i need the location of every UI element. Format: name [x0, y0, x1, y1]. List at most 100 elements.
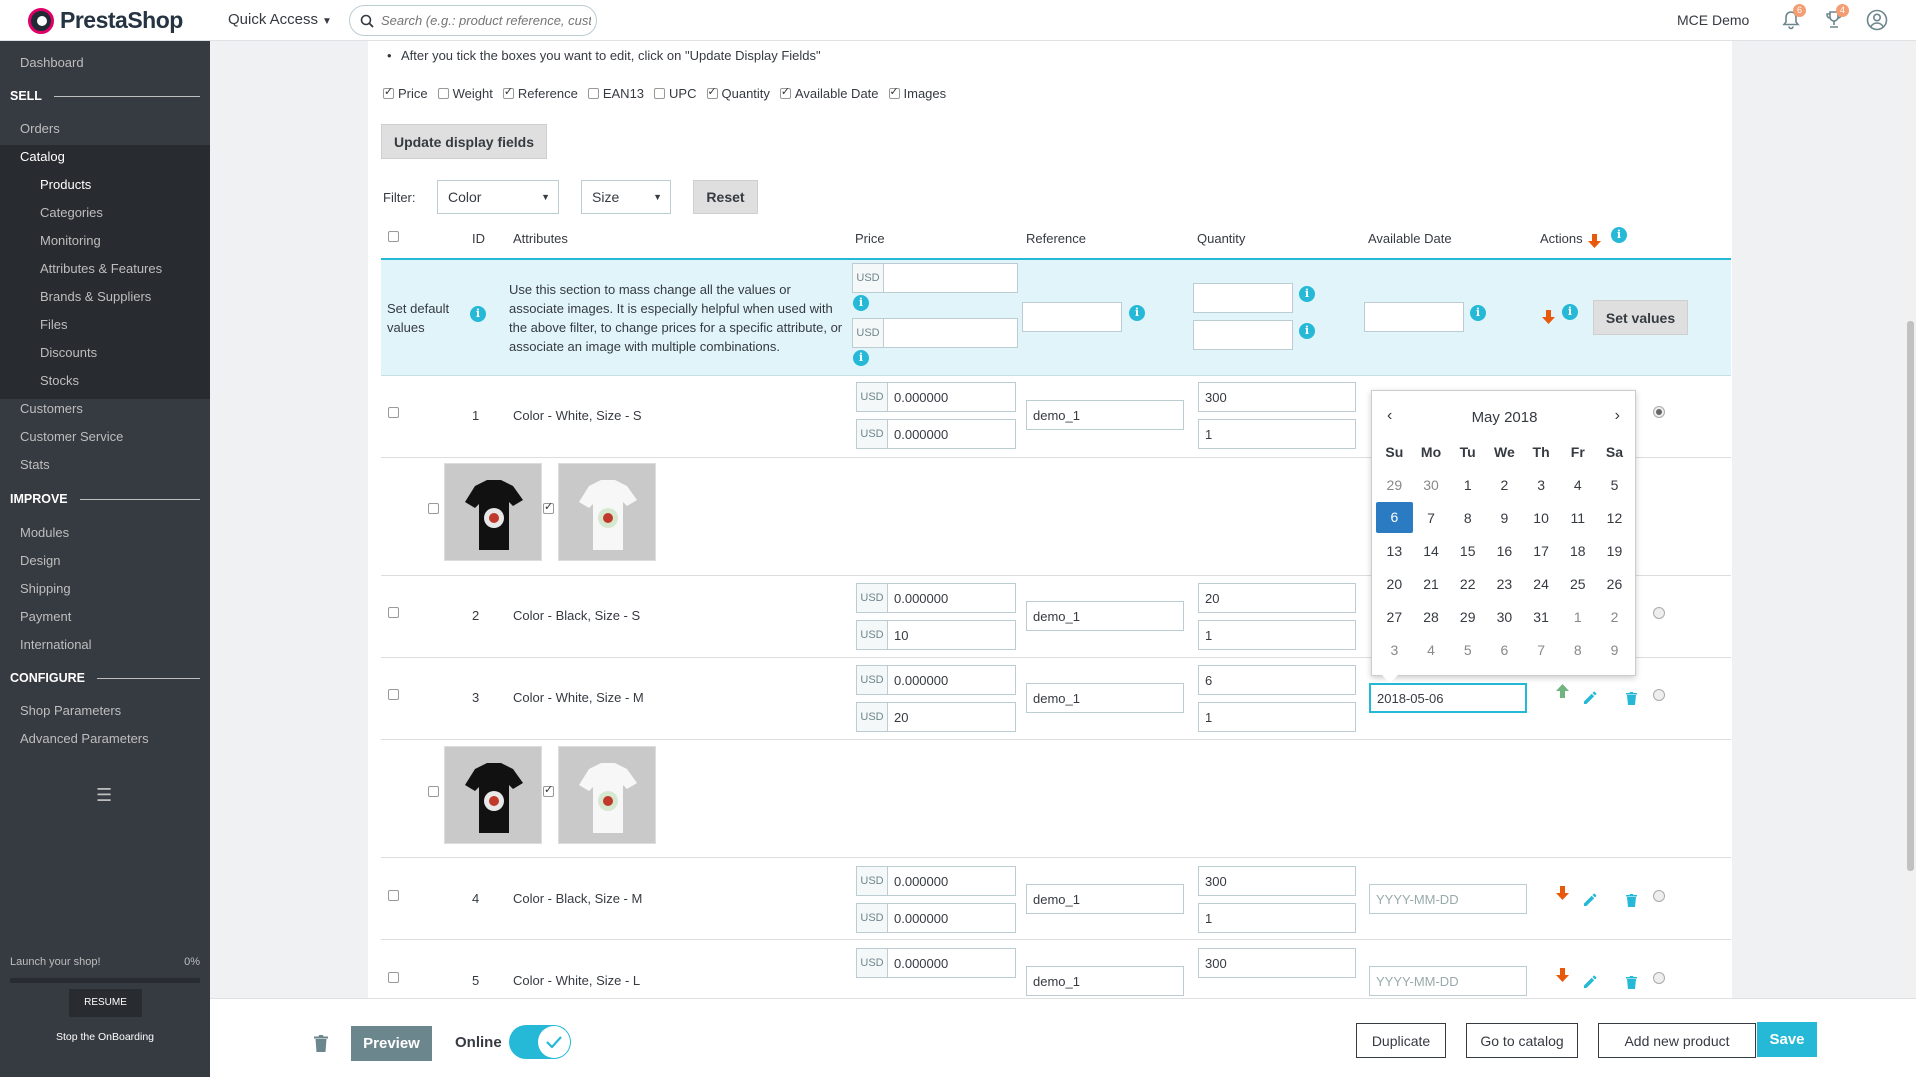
sidebar-item-categories[interactable]: Categories — [40, 205, 103, 220]
trash-delete-icon[interactable] — [1626, 894, 1637, 907]
calendar-day[interactable]: 29 — [1376, 477, 1413, 493]
calendar-day-selected[interactable]: 6 — [1376, 502, 1413, 533]
calendar-day[interactable]: 13 — [1376, 543, 1413, 559]
field-ean13[interactable]: EAN13 — [587, 86, 644, 101]
impact-input[interactable]: USD 10 — [856, 620, 1016, 650]
pencil-edit-icon[interactable] — [1584, 975, 1597, 988]
row-checkbox[interactable] — [388, 890, 399, 901]
calendar-day[interactable]: 7 — [1523, 642, 1560, 658]
weight-checkbox[interactable] — [437, 88, 449, 99]
calendar-day[interactable]: 14 — [1413, 543, 1450, 559]
sidebar-item-files[interactable]: Files — [40, 317, 67, 332]
image-checkbox[interactable] — [428, 503, 439, 514]
field-upc[interactable]: UPC — [654, 86, 697, 101]
sidebar-item-catalog[interactable]: Catalog — [20, 149, 65, 164]
go-to-catalog-button[interactable]: Go to catalog — [1466, 1023, 1578, 1058]
calendar-day[interactable]: 10 — [1523, 510, 1560, 526]
sidebar-item-products[interactable]: Products — [40, 177, 91, 192]
default-reference-input[interactable] — [1022, 302, 1122, 332]
ean13-checkbox[interactable] — [587, 88, 599, 99]
stop-onboarding-link[interactable]: Stop the OnBoarding — [0, 1031, 210, 1043]
info-icon[interactable]: i — [853, 350, 869, 366]
online-toggle[interactable] — [509, 1025, 571, 1059]
default-quantity-input[interactable] — [1193, 283, 1293, 313]
calendar-day[interactable]: 5 — [1449, 642, 1486, 658]
product-image-white-tshirt[interactable] — [558, 463, 656, 561]
search-box[interactable] — [349, 5, 597, 36]
default-price-input[interactable]: USD — [852, 263, 1018, 293]
price-input[interactable]: USD 0.000000 — [856, 665, 1016, 695]
field-weight[interactable]: Weight — [437, 86, 493, 101]
calendar-day[interactable]: 27 — [1376, 609, 1413, 625]
default-combination-radio[interactable] — [1653, 607, 1665, 619]
default-combination-radio[interactable] — [1653, 972, 1665, 984]
default-min-quantity-input[interactable] — [1193, 320, 1293, 350]
sidebar-item-shipping[interactable]: Shipping — [20, 581, 71, 596]
pencil-edit-icon[interactable] — [1584, 893, 1597, 906]
quantity-checkbox[interactable] — [706, 85, 718, 99]
calendar-day[interactable]: 19 — [1596, 543, 1633, 559]
preview-button[interactable]: Preview — [351, 1026, 432, 1061]
default-impact-input[interactable]: USD — [852, 318, 1018, 348]
info-icon[interactable]: i — [470, 306, 486, 322]
trash-delete-icon[interactable] — [1626, 692, 1637, 705]
calendar-day[interactable]: 11 — [1559, 510, 1596, 526]
calendar-day[interactable]: 4 — [1559, 477, 1596, 493]
pencil-edit-icon[interactable] — [1584, 691, 1597, 704]
calendar-day[interactable]: 15 — [1449, 543, 1486, 559]
image-checkbox[interactable] — [543, 500, 554, 514]
calendar-day[interactable]: 2 — [1596, 609, 1633, 625]
user-profile-button[interactable] — [1864, 7, 1890, 33]
calendar-day[interactable]: 7 — [1413, 510, 1450, 526]
reference-checkbox[interactable] — [502, 85, 514, 99]
sidebar-item-design[interactable]: Design — [20, 553, 60, 568]
info-icon[interactable]: i — [1129, 305, 1145, 321]
impact-input[interactable]: USD 20 — [856, 702, 1016, 732]
price-input[interactable]: USD 0.000000 — [856, 948, 1016, 978]
duplicate-button[interactable]: Duplicate — [1356, 1023, 1446, 1058]
calendar-day[interactable]: 25 — [1559, 576, 1596, 592]
calendar-day[interactable]: 31 — [1523, 609, 1560, 625]
calendar-day[interactable]: 22 — [1449, 576, 1486, 592]
row-checkbox[interactable] — [388, 607, 399, 618]
calendar-day[interactable]: 3 — [1523, 477, 1560, 493]
update-display-fields-button[interactable]: Update display fields — [381, 124, 547, 159]
min-quantity-input[interactable]: 1 — [1198, 702, 1356, 732]
calendar-day[interactable]: 16 — [1486, 543, 1523, 559]
save-button[interactable]: Save — [1757, 1022, 1817, 1057]
calendar-day[interactable]: 26 — [1596, 576, 1633, 592]
sidebar-item-modules[interactable]: Modules — [20, 525, 69, 540]
calendar-day[interactable]: 9 — [1596, 642, 1633, 658]
info-icon[interactable]: i — [1299, 323, 1315, 339]
select-all-checkbox[interactable] — [388, 231, 399, 242]
calendar-day[interactable]: 2 — [1486, 477, 1523, 493]
reference-input[interactable]: demo_1 — [1026, 683, 1184, 713]
price-input[interactable]: USD 0.000000 — [856, 583, 1016, 613]
row-checkbox[interactable] — [388, 689, 399, 700]
sidebar-item-monitoring[interactable]: Monitoring — [40, 233, 101, 248]
calendar-day[interactable]: 3 — [1376, 642, 1413, 658]
sidebar-item-shop-parameters[interactable]: Shop Parameters — [20, 703, 121, 718]
sidebar-item-dashboard[interactable]: Dashboard — [20, 55, 84, 70]
available-date-input[interactable]: 2018-05-06 — [1369, 683, 1527, 713]
calendar-day[interactable]: 30 — [1413, 477, 1450, 493]
field-reference[interactable]: Reference — [502, 85, 578, 101]
arrow-down-icon[interactable] — [1588, 234, 1601, 248]
calendar-day[interactable]: 8 — [1449, 510, 1486, 526]
reference-input[interactable]: demo_1 — [1026, 966, 1184, 996]
default-combination-radio[interactable] — [1653, 890, 1665, 902]
price-checkbox[interactable] — [383, 85, 394, 99]
info-icon[interactable]: i — [1611, 227, 1627, 243]
default-date-input[interactable] — [1364, 302, 1464, 332]
sidebar-item-discounts[interactable]: Discounts — [40, 345, 97, 360]
calendar-day[interactable]: 29 — [1449, 609, 1486, 625]
field-available-date[interactable]: Available Date — [779, 85, 879, 101]
sidebar-item-stats[interactable]: Stats — [20, 457, 50, 472]
sidebar-item-advanced-parameters[interactable]: Advanced Parameters — [20, 731, 149, 746]
next-month-icon[interactable]: › — [1615, 407, 1620, 425]
quantity-input[interactable]: 300 — [1198, 382, 1356, 412]
row-checkbox[interactable] — [388, 407, 399, 418]
calendar-day[interactable]: 24 — [1523, 576, 1560, 592]
sidebar-item-payment[interactable]: Payment — [20, 609, 71, 624]
add-new-product-button[interactable]: Add new product — [1598, 1023, 1756, 1058]
